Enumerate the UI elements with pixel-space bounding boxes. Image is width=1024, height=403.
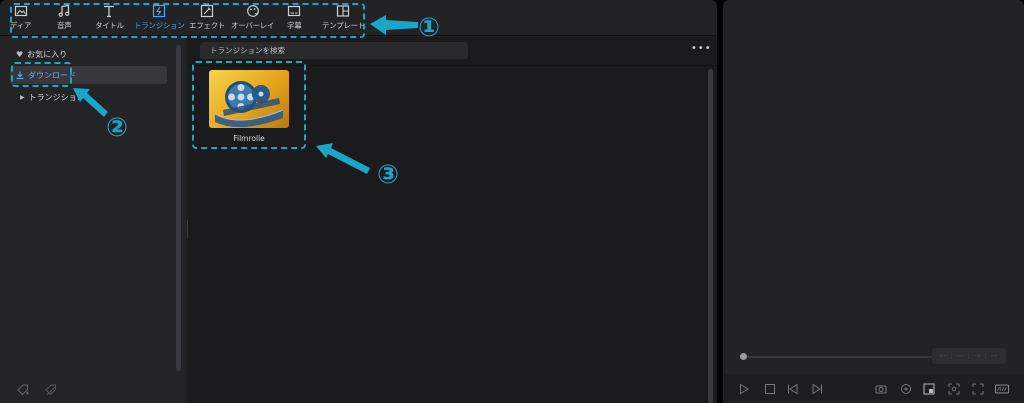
render-preview-icon[interactable] [922,382,936,396]
playback-controls [723,374,1024,403]
aspect-ratio-icon[interactable] [995,382,1009,396]
sidebar-item-favorites-label: お気に入り [27,50,68,59]
annotation-number-3: ③ [377,160,400,190]
heart-icon: ♥ [16,50,24,59]
sidebar-footer [16,382,58,401]
playback-progress-track[interactable] [743,356,937,358]
next-frame-icon[interactable] [810,382,824,396]
annotation-box-1 [10,3,365,38]
zoom-fit-icon[interactable] [947,382,961,396]
playhead-handle[interactable] [740,353,747,360]
main-panel: ディア 音声 タイトル トランジション エフェクト オーバーレイ 字幕 テンプレ… [0,0,717,403]
add-tag-icon[interactable] [16,382,30,401]
record-icon[interactable] [899,382,913,396]
search-input[interactable]: トランジションを検索 [200,42,468,59]
play-icon[interactable] [737,382,751,396]
remove-tag-icon[interactable] [44,382,58,401]
more-options-icon[interactable]: ••• [691,43,712,54]
annotation-box-3 [192,61,306,149]
annotation-box-2 [11,62,72,87]
fullscreen-icon[interactable] [971,382,985,396]
caret-right-icon: ▶ [20,94,25,101]
category-sidebar: ♥ お気に入り ダウンロード ▶ トランジション [0,37,186,403]
previous-frame-icon[interactable] [786,382,800,396]
sidebar-item-favorites[interactable]: ♥ お気に入り [16,49,67,60]
stop-icon[interactable] [763,382,777,396]
sidebar-item-transitions-label: トランジション [28,93,85,102]
annotation-number-1: ① [418,13,441,43]
snapshot-camera-icon[interactable] [874,382,888,396]
content-scrollbar[interactable] [708,69,713,403]
timecode-display: -- : -- : -- : -- [932,348,1006,364]
annotation-number-2: ② [106,113,129,143]
sidebar-scrollbar[interactable] [176,45,181,371]
preview-panel: -- : -- : -- : -- [723,0,1024,403]
sidebar-item-transitions[interactable]: ▶ トランジション [20,92,85,103]
